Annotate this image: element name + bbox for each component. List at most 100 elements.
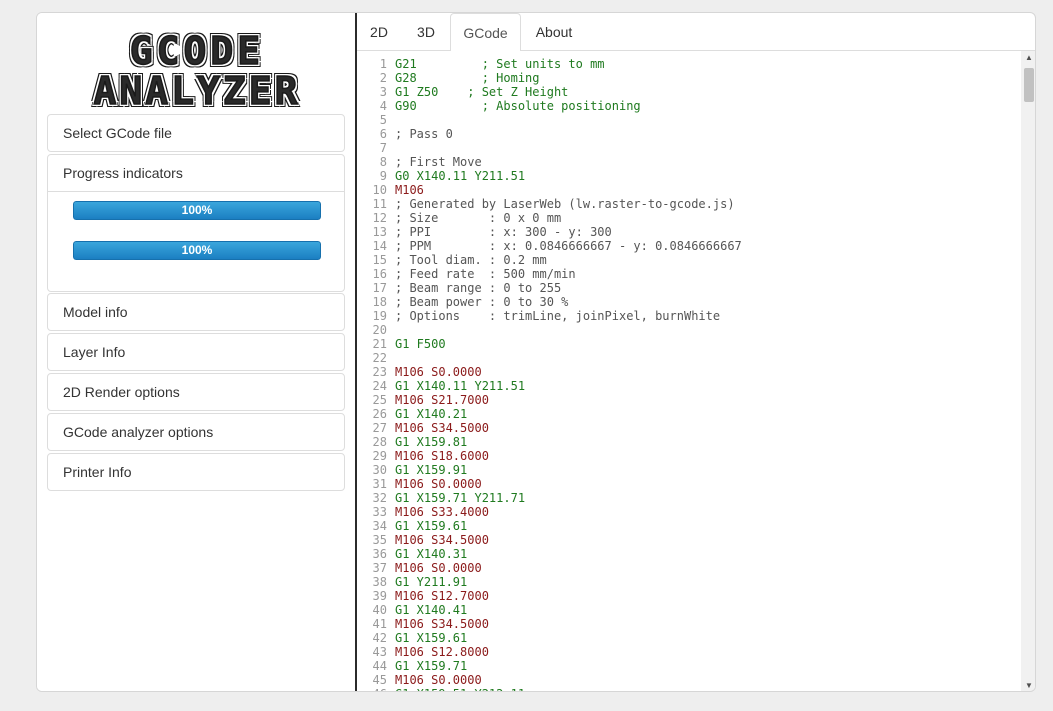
code-token: G1 X140.21	[395, 407, 468, 421]
code-line: 33 M106 S33.4000	[357, 505, 1021, 519]
progress-bar-1: 100%	[73, 201, 321, 220]
code-text: G90 ; Absolute positioning	[395, 99, 641, 113]
model-info-header[interactable]: Model info	[48, 294, 344, 330]
code-text: G1 X140.41	[395, 603, 467, 617]
code-line: 38 G1 Y211.91	[357, 575, 1021, 589]
code-token: ; Beam power : 0 to 30 %	[395, 295, 569, 309]
scroll-up-icon[interactable]: ▲	[1021, 51, 1035, 65]
code-line: 45 M106 S0.0000	[357, 673, 1021, 687]
code-line: 34 G1 X159.61	[357, 519, 1021, 533]
layer-info-header[interactable]: Layer Info	[48, 334, 344, 370]
code-token: G1 X159.71 Y211.71	[395, 491, 526, 505]
line-number: 46	[357, 687, 387, 691]
code-token: ; PPI : x: 300 - y: 300	[395, 225, 612, 239]
panel-layer-info[interactable]: Layer Info	[47, 333, 345, 371]
code-line: 42 G1 X159.61	[357, 631, 1021, 645]
code-token: G1 X159.61	[395, 631, 468, 645]
code-line: 26 G1 X140.21	[357, 407, 1021, 421]
code-token: ; Options : trimLine, joinPixel, burnWhi…	[395, 309, 721, 323]
code-text: ; Beam power : 0 to 30 %	[395, 295, 568, 309]
panel-analyzer-options[interactable]: GCode analyzer options	[47, 413, 345, 451]
line-number: 4	[379, 99, 387, 113]
code-token: G28 ; Homing	[395, 71, 540, 85]
code-token: ; Feed rate : 500 mm/min	[395, 267, 576, 281]
code-line: 20	[357, 323, 1021, 337]
logo-line-1: GCODE	[129, 29, 265, 73]
code-text: G1 X159.61	[395, 631, 467, 645]
code-text: G1 X140.31	[395, 547, 467, 561]
code-token: ; Size : 0 x 0 mm	[395, 211, 562, 225]
code-line: 36 G1 X140.31	[357, 547, 1021, 561]
code-line: 40 G1 X140.41	[357, 603, 1021, 617]
render-options-header[interactable]: 2D Render options	[48, 374, 344, 410]
code-token: G1 X140.31	[395, 547, 468, 561]
code-text: G21 ; Set units to mm	[395, 57, 605, 71]
code-line: 19 ; Options : trimLine, joinPixel, burnW…	[357, 309, 1021, 323]
progress-header[interactable]: Progress indicators	[48, 155, 344, 192]
line-number: 42	[372, 631, 387, 645]
code-line: 11 ; Generated by LaserWeb (lw.raster-to-…	[357, 197, 1021, 211]
line-number: 8	[379, 155, 387, 169]
code-token: G90 ; Absolute positioning	[395, 99, 641, 113]
code-scrollbar[interactable]: ▲ ▼	[1021, 51, 1035, 691]
code-line: 8 ; First Move	[357, 155, 1021, 169]
code-text: G1 X140.11 Y211.51	[395, 379, 525, 393]
line-number: 23	[372, 365, 387, 379]
code-text: ; Tool diam. : 0.2 mm	[395, 253, 547, 267]
code-token: G1 Z50 ; Set Z Height	[395, 85, 569, 99]
logo: GCODE ANALYZER	[47, 27, 347, 115]
line-number: 37	[372, 561, 387, 575]
line-number: 18	[372, 295, 387, 309]
tab-gcode[interactable]: GCode	[450, 13, 521, 52]
tab-3d[interactable]: 3D	[405, 13, 447, 51]
panel-progress: Progress indicators 100% 100%	[47, 154, 345, 292]
code-text: M106	[395, 183, 424, 197]
panel-printer-info[interactable]: Printer Info	[47, 453, 345, 491]
line-number: 29	[372, 449, 387, 463]
code-text: M106 S12.7000	[395, 589, 489, 603]
line-number: 38	[372, 575, 387, 589]
code-text: G1 X159.61	[395, 519, 467, 533]
sidebar: GCODE ANALYZER Select GCode file Progres…	[37, 13, 356, 691]
printer-info-header[interactable]: Printer Info	[48, 454, 344, 490]
progress-bar-1-label: 100%	[181, 203, 213, 217]
code-line: 14 ; PPM : x: 0.0846666667 - y: 0.0846666…	[357, 239, 1021, 253]
code-token: M106 S18.6000	[395, 449, 489, 463]
code-token: G1 X159.51 Y212.11	[395, 687, 525, 691]
line-number: 2	[379, 71, 387, 85]
code-token: M106 S33.4000	[395, 505, 489, 519]
panel-render-options[interactable]: 2D Render options	[47, 373, 345, 411]
tab-about[interactable]: About	[527, 13, 581, 51]
code-text: M106 S34.5000	[395, 421, 489, 435]
logo-line-2: ANALYZER	[93, 69, 301, 113]
code-text: M106 S34.5000	[395, 617, 489, 631]
code-line: 2 G28 ; Homing	[357, 71, 1021, 85]
panel-model-info[interactable]: Model info	[47, 293, 345, 331]
analyzer-options-header[interactable]: GCode analyzer options	[48, 414, 344, 450]
code-text: G1 Y211.91	[395, 575, 467, 589]
panel-select-file[interactable]: Select GCode file	[47, 114, 345, 152]
select-file-header[interactable]: Select GCode file	[48, 115, 344, 151]
code-token: G1 X159.71	[395, 659, 468, 673]
gcode-listing[interactable]: 1 G21 ; Set units to mm 2 G28 ; Homing 3 G1 Z…	[357, 51, 1021, 691]
code-line: 16 ; Feed rate : 500 mm/min	[357, 267, 1021, 281]
code-text: M106 S33.4000	[395, 505, 489, 519]
code-text: ; PPI : x: 300 - y: 300	[395, 225, 612, 239]
code-text: M106 S18.6000	[395, 449, 489, 463]
scroll-down-icon[interactable]: ▼	[1021, 679, 1035, 691]
code-text: G0 X140.11 Y211.51	[395, 169, 525, 183]
code-token: ; Tool diam. : 0.2 mm	[395, 253, 547, 267]
line-number: 24	[372, 379, 387, 393]
code-token: M106 S34.5000	[395, 421, 489, 435]
line-number: 40	[372, 603, 387, 617]
line-number: 20	[372, 323, 387, 337]
code-line: 44 G1 X159.71	[357, 659, 1021, 673]
code-text: M106 S21.7000	[395, 393, 489, 407]
code-line: 7	[357, 141, 1021, 155]
code-line: 1 G21 ; Set units to mm	[357, 57, 1021, 71]
scroll-thumb[interactable]	[1024, 68, 1034, 102]
line-number: 43	[372, 645, 387, 659]
code-text: M106 S0.0000	[395, 673, 482, 687]
line-number: 39	[372, 589, 387, 603]
tab-2d[interactable]: 2D	[359, 13, 399, 51]
